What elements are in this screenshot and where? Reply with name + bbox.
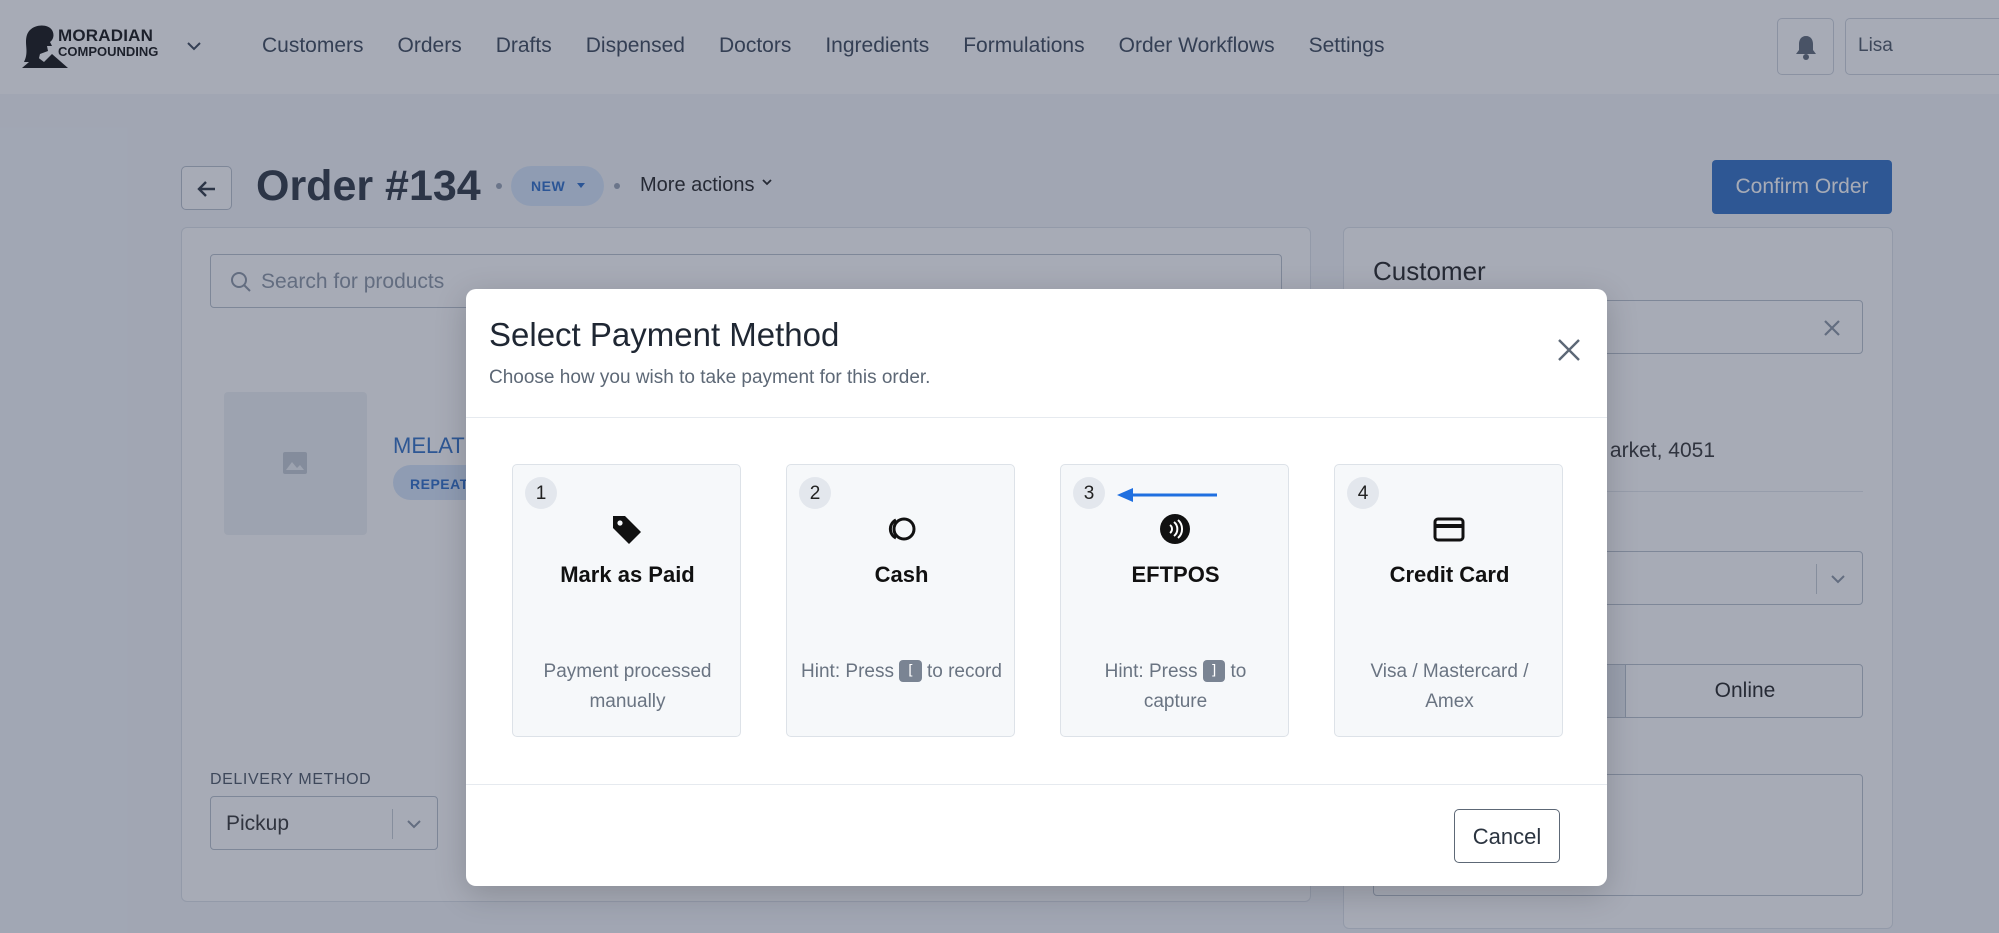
keyboard-shortcut-key: [ <box>899 660 922 682</box>
contactless-icon <box>1160 514 1190 544</box>
option-label: Credit Card <box>1389 562 1510 587</box>
dialog-title: Select Payment Method <box>489 316 840 353</box>
tag-icon <box>613 516 641 544</box>
payment-option-credit-card[interactable]: 4 Credit Card Visa / Mastercard / Amex <box>1334 464 1563 737</box>
option-hint-text: Payment processed manually <box>543 661 712 712</box>
payment-option-eftpos[interactable]: 3 EFTPOS Hint: Press ] to capture <box>1060 464 1289 737</box>
dialog-subtitle: Choose how you wish to take payment for … <box>489 367 931 388</box>
option-label: Cash <box>874 562 929 587</box>
option-hint: Visa / Mastercard / Amex <box>1345 657 1554 717</box>
option-hint: Payment processed manually <box>523 657 732 717</box>
option-hint-text: Hint: Press <box>1104 661 1198 682</box>
option-number: 3 <box>1073 477 1105 509</box>
dialog-divider <box>466 417 1607 418</box>
credit-card-icon <box>1433 517 1465 542</box>
close-icon[interactable] <box>1554 335 1584 365</box>
dialog-divider <box>466 784 1607 785</box>
option-hint-text: Visa / Mastercard / Amex <box>1370 661 1529 712</box>
payment-option-mark-as-paid[interactable]: 1 Mark as Paid Payment processed manuall… <box>512 464 741 737</box>
annotation-arrow-icon <box>1117 488 1217 502</box>
keyboard-shortcut-key: ] <box>1202 660 1226 682</box>
option-label: Mark as Paid <box>560 562 695 587</box>
payment-method-dialog: Select Payment Method Choose how you wis… <box>466 289 1607 886</box>
option-label: EFTPOS <box>1131 562 1220 587</box>
option-number: 4 <box>1347 477 1379 509</box>
option-number: 1 <box>525 477 557 509</box>
option-number: 2 <box>799 477 831 509</box>
coins-icon <box>888 517 916 541</box>
option-hint-text: Hint: Press <box>801 661 894 682</box>
payment-option-cash[interactable]: 2 Cash Hint: Press [ to record <box>786 464 1015 737</box>
option-hint: Hint: Press ] to capture <box>1071 657 1280 717</box>
cancel-button[interactable]: Cancel <box>1454 809 1560 863</box>
option-hint-suffix: to record <box>926 661 1002 682</box>
option-hint: Hint: Press [ to record <box>797 657 1006 687</box>
